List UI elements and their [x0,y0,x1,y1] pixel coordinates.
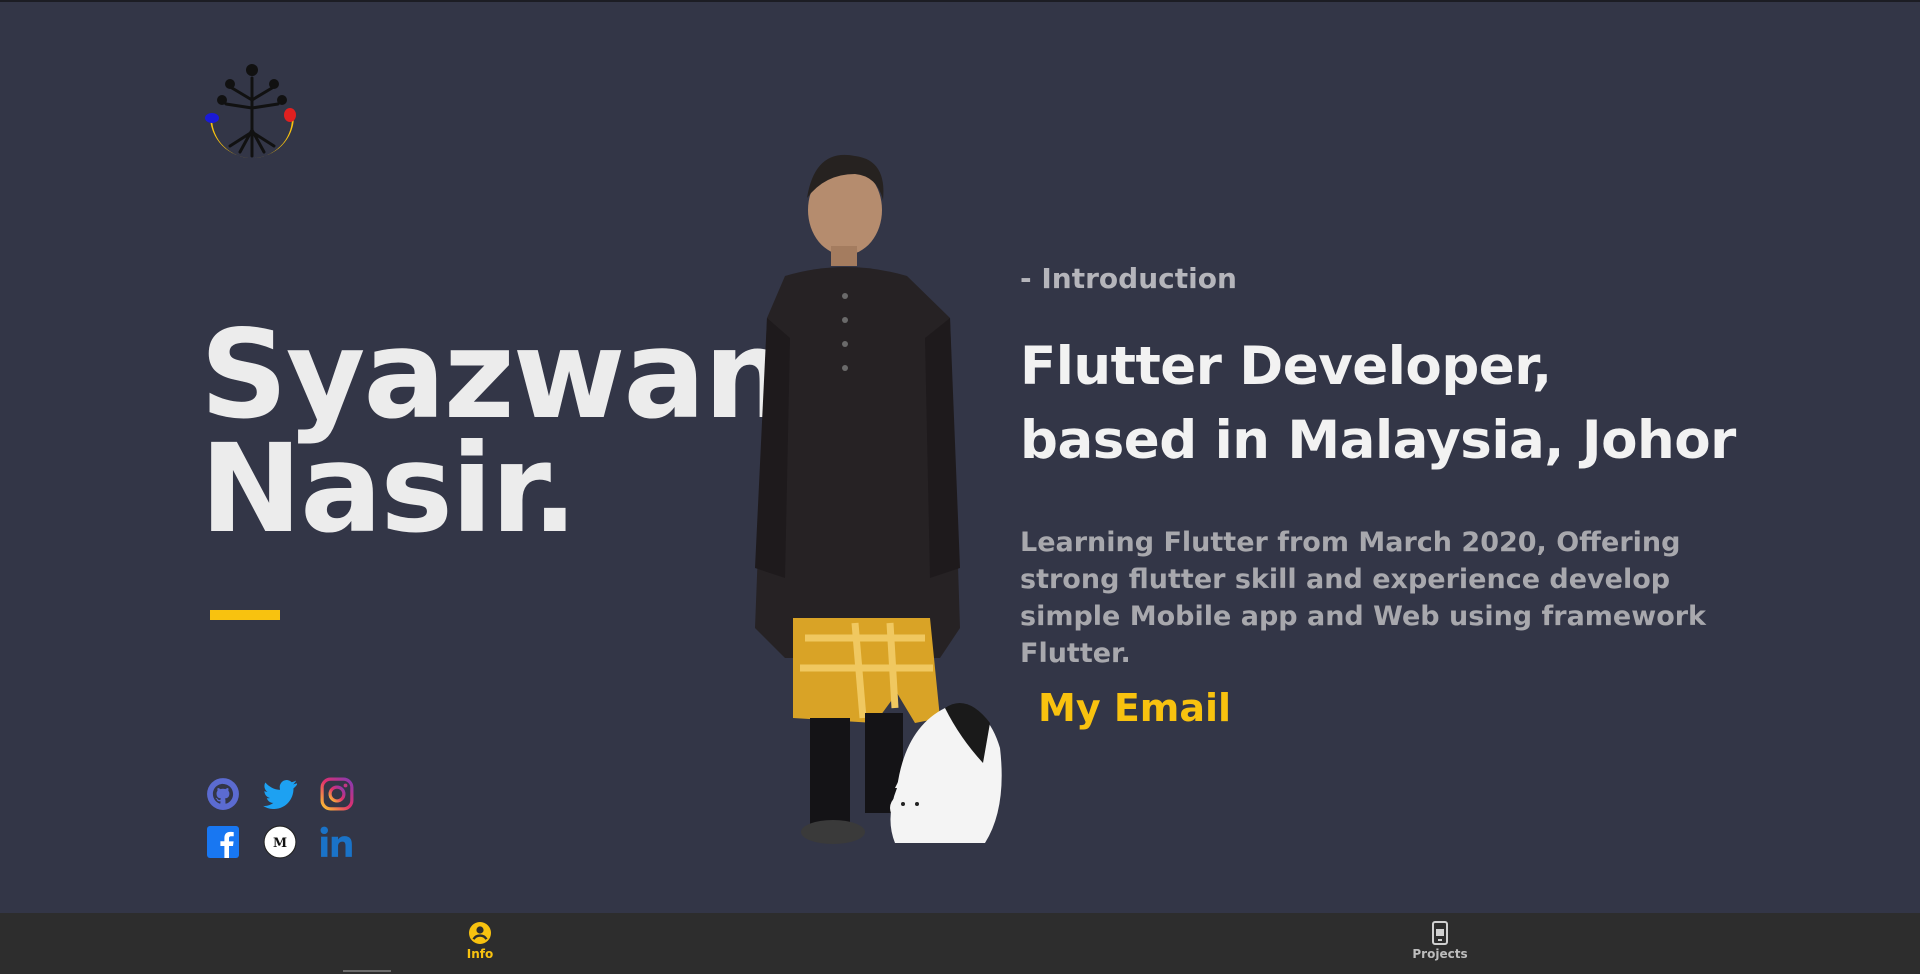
nav-label-projects: Projects [1412,947,1468,961]
bottom-navigation: Info Projects [0,913,1920,974]
phone-app-icon [1432,921,1448,945]
my-email-button[interactable]: My Email [1024,680,1245,736]
account-circle-icon [469,922,491,944]
accent-divider [210,610,280,620]
headline-line2: based in Malaysia, Johor [1020,410,1736,471]
nav-item-projects[interactable]: Projects [1380,921,1500,961]
instagram-icon[interactable] [319,776,355,812]
nav-active-indicator [343,970,391,972]
intro-description: Learning Flutter from March 2020, Offeri… [1020,527,1707,669]
nav-label-info: Info [466,947,494,961]
headline: Flutter Developer, based in Malaysia, Jo… [1020,330,1736,478]
top-border [0,0,1920,2]
linkedin-icon[interactable] [319,824,355,860]
profile-photo [755,154,1002,844]
twitter-icon[interactable] [262,776,298,812]
hero-name: Syazwan Nasir. [200,304,791,560]
medium-icon[interactable]: M [262,824,298,860]
svg-text:M: M [273,836,287,851]
facebook-icon[interactable] [205,824,241,860]
nav-item-info[interactable]: Info [420,921,540,961]
logo-icon [205,64,296,166]
github-icon[interactable] [205,776,241,812]
hero-name-line1: Syazwan [200,304,791,446]
intro-label: - Introduction [1020,262,1237,295]
hero-name-line2: Nasir. [200,418,578,560]
headline-line1: Flutter Developer, [1020,336,1552,397]
